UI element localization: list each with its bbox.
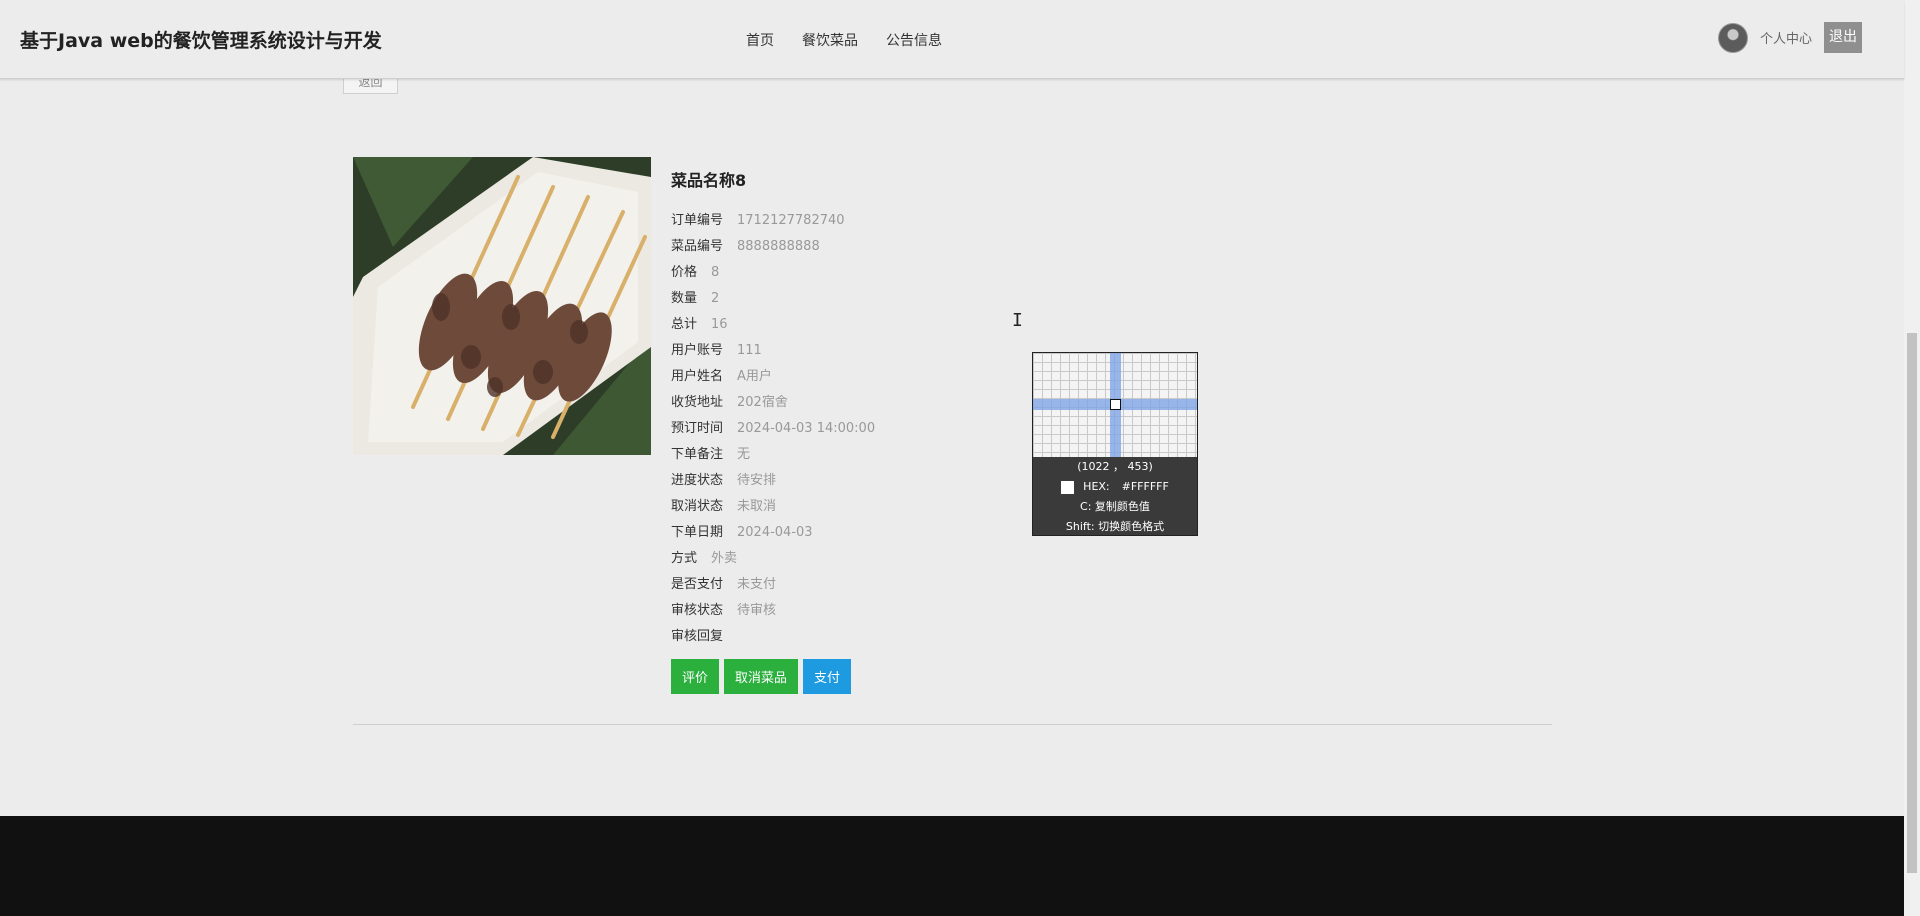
field-total: 总计 16: [671, 317, 728, 332]
field-user-account: 用户账号 111: [671, 343, 762, 358]
color-picker-overlay: (1022 ， 453) HEX: #FFFFFF C: 复制颜色值 Shift…: [1032, 352, 1198, 536]
cancel-dish-button[interactable]: 取消菜品: [724, 659, 799, 694]
field-review-status: 审核状态 待审核: [671, 603, 777, 618]
page-scrollbar[interactable]: [1904, 0, 1920, 916]
field-paid: 是否支付 未支付: [671, 577, 777, 592]
action-buttons: 评价 取消菜品 支付: [671, 659, 875, 694]
main-nav: 首页 餐饮菜品 公告信息: [746, 30, 970, 50]
color-swatch-icon: [1061, 480, 1075, 494]
picker-info: (1022 ， 453) HEX: #FFFFFF C: 复制颜色值 Shift…: [1033, 457, 1197, 537]
picker-coords: (1022 ， 453): [1077, 460, 1153, 473]
field-order-date: 下单日期 2024-04-03: [671, 525, 813, 540]
shift-hint: Shift: 切换颜色格式: [1065, 520, 1165, 533]
text-cursor-icon: I: [1012, 310, 1023, 331]
scrollbar-thumb[interactable]: [1907, 333, 1917, 873]
avatar[interactable]: [1717, 22, 1748, 53]
nav-item-home[interactable]: 首页: [746, 30, 774, 50]
review-button[interactable]: 评价: [671, 659, 720, 694]
nav-item-dishes[interactable]: 餐饮菜品: [802, 30, 858, 50]
content-divider: [353, 724, 1552, 725]
user-area: 个人中心 退出: [1717, 22, 1862, 53]
magnifier-grid: [1033, 353, 1197, 457]
logout-button[interactable]: 退出: [1824, 22, 1862, 53]
top-header: 基于Java web的餐饮管理系统设计与开发 首页 餐饮菜品 公告信息 个人中心…: [0, 0, 1904, 79]
hex-label: HEX:: [1083, 480, 1110, 493]
field-order-no: 订单编号 1712127782740: [671, 213, 845, 228]
order-detail: 菜品名称8 订单编号 1712127782740 菜品编号 8888888888 价…: [671, 170, 875, 694]
field-booking-time: 预订时间 2024-04-03 14:00:00: [671, 421, 876, 436]
field-cancel-status: 取消状态 未取消: [671, 499, 777, 514]
pay-button[interactable]: 支付: [803, 659, 852, 694]
copy-hint: C: 复制颜色值: [1080, 500, 1150, 513]
skewer-picture: [353, 157, 651, 455]
footer: [0, 816, 1904, 916]
field-dish-no: 菜品编号 8888888888: [671, 239, 820, 254]
dish-name: 菜品名称8: [671, 171, 747, 190]
dish-image: [353, 157, 651, 455]
nav-item-announcements[interactable]: 公告信息: [886, 30, 942, 50]
crosshair-center: [1110, 399, 1121, 410]
field-review-reply: 审核回复: [671, 629, 724, 644]
field-user-name: 用户姓名 A用户: [671, 369, 772, 384]
field-progress-status: 进度状态 待安排: [671, 473, 777, 488]
site-title: 基于Java web的餐饮管理系统设计与开发: [20, 30, 382, 52]
field-address: 收货地址 202宿舍: [671, 395, 788, 410]
field-order-note: 下单备注无: [671, 447, 751, 462]
profile-link[interactable]: 个人中心: [1760, 28, 1812, 47]
field-delivery-mode: 方式 外卖: [671, 551, 738, 566]
field-quantity: 数量 2: [671, 291, 720, 306]
field-price: 价格 8: [671, 265, 720, 280]
hex-value: #FFFFFF: [1121, 480, 1169, 493]
